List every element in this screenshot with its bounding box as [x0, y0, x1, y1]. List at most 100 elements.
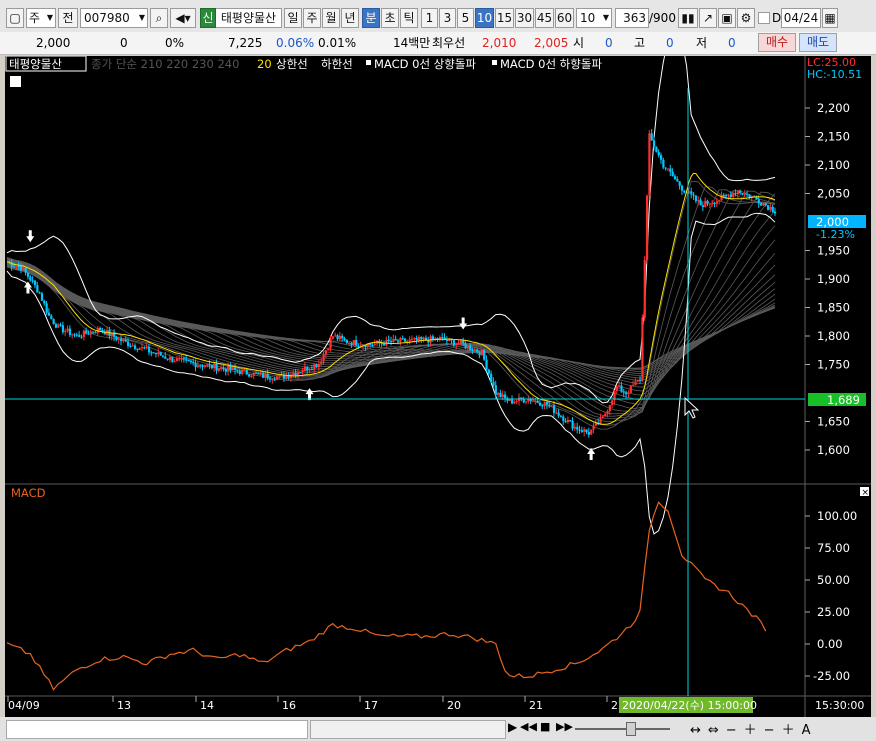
candle-body: [452, 340, 456, 346]
candle-body: [643, 260, 646, 318]
candle-body: [762, 203, 765, 206]
gear-icon[interactable]: ⚙: [737, 8, 755, 28]
candle-body: [22, 267, 25, 271]
candle-body: [324, 350, 328, 355]
candle-body: [420, 337, 423, 340]
chart-area[interactable]: 태평양물산 종가 단순 210 220 230 240 20 상한선 하한선 M…: [5, 56, 871, 717]
candle-body: [231, 367, 234, 371]
candle-body: [117, 338, 120, 340]
period-day[interactable]: 일: [284, 8, 302, 28]
candle-body: [15, 266, 18, 268]
period-month[interactable]: 월: [322, 8, 340, 28]
candle-body: [727, 194, 730, 196]
interval-45[interactable]: 45: [535, 8, 554, 28]
price-tick-label: 1,750: [817, 358, 850, 372]
time-tick-label: 14: [200, 699, 214, 712]
candle-body: [33, 280, 37, 286]
bottom-tool-icons[interactable]: ↔⇔−＋−＋A: [690, 719, 817, 738]
stock-code-input[interactable]: 007980 ▼: [80, 8, 148, 28]
interval-30[interactable]: 30: [515, 8, 534, 28]
period-minute[interactable]: 분: [362, 8, 380, 28]
candle-body: [655, 147, 658, 152]
count-total: /900: [649, 11, 676, 25]
interval-5[interactable]: 5: [457, 8, 474, 28]
search-icon[interactable]: ⌕: [150, 8, 168, 28]
candle-body: [345, 339, 348, 344]
stop-icon[interactable]: ■: [540, 720, 550, 733]
candle-body: [303, 366, 307, 371]
candle-body: [559, 415, 563, 417]
legend-bb-lower: 하한선: [321, 57, 353, 71]
interval-15[interactable]: 15: [495, 8, 514, 28]
candle-body: [774, 211, 777, 214]
chevron-down-icon: ▼: [602, 13, 609, 22]
period-second[interactable]: 초: [381, 8, 399, 28]
play-forward-icon[interactable]: ▶: [508, 720, 517, 734]
current-change-label: -1.23%: [816, 228, 855, 241]
interval-10[interactable]: 10: [475, 8, 494, 28]
candle-body: [262, 372, 265, 378]
count-input[interactable]: 363: [615, 8, 649, 28]
price-tick-label: 1,650: [817, 415, 850, 429]
date-checkbox[interactable]: [758, 12, 770, 24]
date-input[interactable]: 04/24: [781, 8, 821, 28]
period-week[interactable]: 주: [303, 8, 321, 28]
candle-body: [652, 140, 656, 148]
candle-body: [650, 133, 653, 141]
candle-body: [54, 323, 58, 328]
shin-badge: 신: [200, 8, 216, 28]
prev-button[interactable]: 전: [58, 8, 78, 28]
legend-bb-upper: 상한선: [276, 57, 308, 71]
candle-body: [175, 358, 179, 362]
candle-body: [431, 336, 435, 339]
candle-body: [718, 200, 721, 202]
zoom-slider-track[interactable]: [575, 728, 670, 730]
candle-body: [75, 334, 79, 336]
sell-button[interactable]: 매도: [799, 33, 837, 52]
calendar-icon[interactable]: ▦: [822, 8, 838, 28]
candle-body: [634, 381, 637, 386]
horizontal-scrollbar[interactable]: [6, 720, 308, 739]
sound-icon[interactable]: ◀▾: [170, 8, 196, 28]
candle-body: [471, 350, 474, 352]
candle-body: [401, 338, 404, 340]
grid-toggle-icon[interactable]: [10, 76, 21, 87]
save-icon[interactable]: ▣: [718, 8, 736, 28]
candle-body: [522, 399, 525, 403]
candle-body: [357, 345, 360, 347]
candle-body: [87, 333, 90, 335]
candle-body: [192, 361, 195, 363]
draw-line-icon[interactable]: ↗: [699, 8, 717, 28]
best-ask: 2,010: [482, 36, 517, 50]
market-select[interactable]: 주 ▼: [26, 8, 56, 28]
step-back-icon[interactable]: ◀◀: [520, 720, 537, 733]
candle-body: [664, 167, 667, 169]
period-tick[interactable]: 틱: [400, 8, 418, 28]
interval-60[interactable]: 60: [555, 8, 574, 28]
candle-body: [94, 332, 97, 334]
interval-1[interactable]: 1: [421, 8, 438, 28]
macd-axis: 100.00 75.00 50.00 25.00 0.00 -25.00: [805, 509, 857, 683]
interval-select[interactable]: 10 ▼: [576, 8, 612, 28]
candle-body: [743, 193, 746, 195]
interval-3[interactable]: 3: [439, 8, 456, 28]
zoom-slider-thumb[interactable]: [626, 722, 636, 736]
candle-body: [236, 369, 239, 372]
candle-body: [729, 194, 732, 197]
ma20-line: [6, 172, 776, 425]
candle-body: [592, 425, 595, 430]
candle-body: [734, 193, 737, 195]
time-tick-label: 16: [282, 699, 296, 712]
scroll-track[interactable]: [310, 720, 506, 739]
candle-body: [501, 394, 504, 398]
candle-body: [301, 370, 304, 373]
step-forward-icon[interactable]: ▶▶: [556, 720, 573, 733]
period-year[interactable]: 년: [341, 8, 359, 28]
chart-type-icon[interactable]: ▮▮: [678, 8, 698, 28]
buy-button[interactable]: 매수: [758, 33, 796, 52]
window-menu-icon[interactable]: ▢: [6, 8, 24, 28]
chart-svg[interactable]: 태평양물산 종가 단순 210 220 230 240 20 상한선 하한선 M…: [5, 56, 871, 717]
candle-body: [618, 385, 621, 387]
candle-body: [629, 385, 632, 393]
legend-stock: 태평양물산: [9, 57, 62, 71]
